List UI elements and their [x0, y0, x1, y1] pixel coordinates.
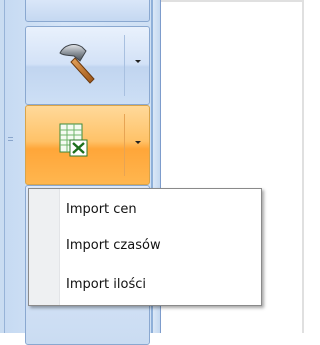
chevron-down-icon[interactable] — [135, 141, 141, 144]
chevron-down-icon[interactable] — [135, 60, 141, 63]
content-frame-right — [302, 0, 304, 333]
menu-item-import-quantities[interactable]: Import ilości — [66, 274, 146, 296]
content-frame-top — [160, 0, 304, 2]
import-dropdown-menu: Import cen Import czasów Import ilości — [28, 188, 262, 306]
panel-grip-icon[interactable] — [8, 137, 14, 147]
tools-split-button[interactable] — [25, 26, 150, 105]
menu-item-import-times[interactable]: Import czasów — [66, 235, 161, 257]
ribbon-button-top[interactable] — [25, 0, 150, 22]
excel-import-icon — [59, 123, 88, 157]
import-split-button[interactable] — [25, 105, 150, 185]
menu-icon-gutter — [29, 189, 60, 305]
split-divider — [124, 114, 125, 176]
hammer-icon — [59, 44, 95, 84]
menu-item-import-prices[interactable]: Import cen — [66, 199, 137, 221]
split-divider — [124, 35, 125, 96]
